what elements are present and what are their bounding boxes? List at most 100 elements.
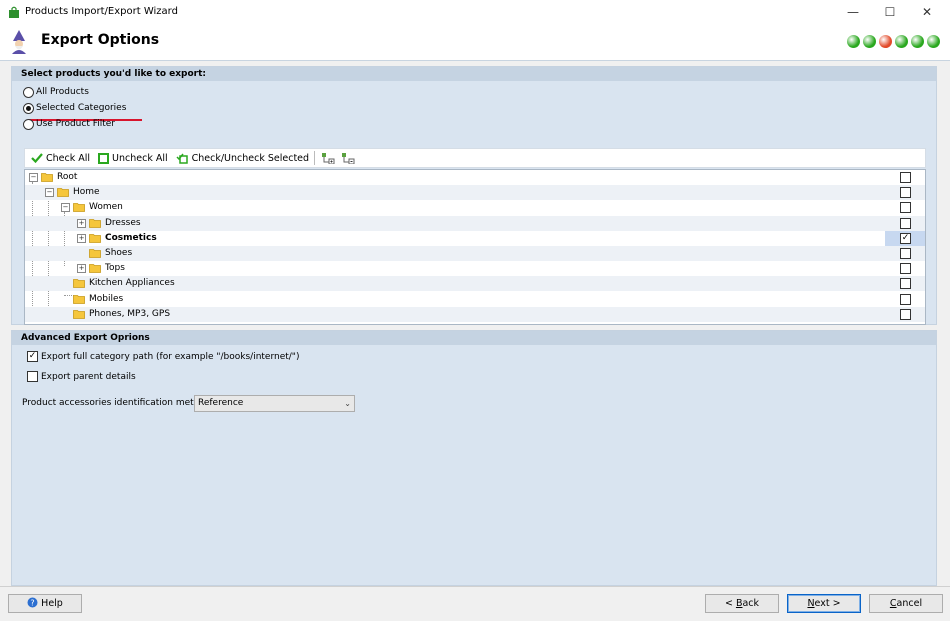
cancel-mnemonic: C <box>889 598 897 609</box>
tree-row[interactable]: Shoes <box>25 246 925 261</box>
accessories-method-select[interactable]: Reference ⌄ <box>194 395 355 412</box>
uncheck-all-button[interactable]: Uncheck All <box>98 152 168 164</box>
full-path-option[interactable]: ✓ Export full category path (for example… <box>27 351 299 362</box>
tree-checkbox[interactable] <box>900 217 911 229</box>
tree-row[interactable]: − Home <box>25 185 925 201</box>
radio-all-products[interactable]: All Products <box>23 85 89 99</box>
tree-checkbox-cell[interactable] <box>885 307 925 322</box>
help-button[interactable]: ? Help <box>8 594 82 613</box>
tree-checkbox-cell[interactable] <box>885 246 925 261</box>
collapse-node-icon[interactable]: − <box>45 188 54 198</box>
empty-box-icon <box>98 152 110 164</box>
tree-checkbox[interactable]: ✓ <box>900 232 911 244</box>
back-button[interactable]: < Back <box>705 594 779 613</box>
help-icon: ? <box>27 597 38 608</box>
folder-icon <box>89 218 101 228</box>
tree-item-label: Kitchen Appliances <box>89 278 175 289</box>
expand-node-icon[interactable]: + <box>77 233 86 243</box>
parent-details-option[interactable]: Export parent details <box>27 371 136 382</box>
select-products-panel: Select products you'd like to export: Al… <box>11 66 937 325</box>
checkbox[interactable]: ✓ <box>27 351 38 362</box>
collapse-node-icon[interactable]: − <box>29 173 38 182</box>
tree-row[interactable]: Kitchen Appliances <box>25 276 925 292</box>
category-tree: − Root − Home − Women + Dresses + Cosmetics ✓ Shoes… <box>24 169 926 325</box>
tree-checkbox-cell[interactable] <box>885 292 925 307</box>
select-products-heading: Select products you'd like to export: <box>12 67 936 81</box>
tree-item-label: Phones, MP3, GPS <box>89 308 171 319</box>
radio-button[interactable] <box>23 118 34 130</box>
tree-checkbox[interactable] <box>900 308 911 320</box>
tree-checkbox[interactable] <box>900 248 911 259</box>
next-label-rest: ext <box>814 598 830 609</box>
collapse-tree-icon <box>342 153 355 164</box>
radio-label: All Products <box>36 87 89 97</box>
tree-row[interactable]: + Cosmetics ✓ <box>25 230 925 246</box>
checkmark-icon <box>31 153 43 163</box>
check-all-button[interactable]: Check All <box>31 153 90 164</box>
check-all-label: Check All <box>46 152 91 164</box>
window-title: Products Import/Export Wizard <box>25 6 178 17</box>
accessories-label: Product accessories identification metho… <box>22 398 211 408</box>
radio-label: Use Product Filter <box>36 119 115 129</box>
tree-checkbox-cell[interactable]: ✓ <box>885 230 925 246</box>
expand-node-icon[interactable]: + <box>77 264 86 274</box>
select-value: Reference <box>198 398 244 408</box>
collapse-tree-button[interactable] <box>341 152 355 164</box>
tree-item-label: Root <box>57 172 78 182</box>
tree-item-label: Cosmetics <box>105 232 157 243</box>
tree-item-label: Dresses <box>105 217 141 228</box>
shopping-bag-icon <box>9 6 19 18</box>
content-area: Select products you'd like to export: Al… <box>0 61 950 586</box>
toggle-check-icon <box>176 153 188 164</box>
expand-node-icon[interactable]: + <box>77 218 86 228</box>
expand-tree-button[interactable] <box>321 152 335 164</box>
tree-checkbox-cell[interactable] <box>885 216 925 231</box>
tree-row[interactable]: Mobiles <box>25 292 925 307</box>
folder-icon <box>89 233 101 243</box>
step-dot <box>895 35 908 48</box>
tree-checkbox-cell[interactable] <box>885 170 925 185</box>
tree-checkbox[interactable] <box>900 263 911 275</box>
folder-icon <box>89 249 101 258</box>
tree-row[interactable]: − Root <box>25 170 925 185</box>
tree-checkbox-cell[interactable] <box>885 276 925 291</box>
tree-row[interactable]: + Dresses <box>25 215 925 231</box>
checkbox[interactable] <box>27 371 38 382</box>
cancel-button[interactable]: Cancel <box>869 594 943 613</box>
tree-row[interactable]: Phones, MP3, GPS <box>25 306 925 322</box>
tree-item-label: Women <box>89 202 123 213</box>
tree-row[interactable]: + Tops <box>25 261 925 276</box>
tree-checkbox[interactable] <box>900 187 911 199</box>
tree-checkbox-cell[interactable] <box>885 185 925 200</box>
button-bar: ? Help < Back Next > Cancel <box>0 586 950 621</box>
tree-row[interactable]: − Women <box>25 200 925 215</box>
parent-details-label: Export parent details <box>41 371 136 382</box>
collapse-node-icon[interactable]: − <box>61 203 70 213</box>
tree-checkbox[interactable] <box>900 202 911 214</box>
uncheck-all-label: Uncheck All <box>112 152 168 164</box>
radio-selected-categories[interactable]: Selected Categories <box>23 101 126 115</box>
radio-button[interactable] <box>23 86 34 98</box>
radio-button[interactable] <box>23 102 34 114</box>
tree-checkbox-cell[interactable] <box>885 200 925 215</box>
folder-icon <box>73 203 85 213</box>
tree-item-label: Mobiles <box>89 293 124 304</box>
tree-checkbox-cell[interactable] <box>885 261 925 276</box>
tree-checkbox[interactable] <box>900 278 911 290</box>
radio-use-product-filter[interactable]: Use Product Filter <box>23 117 115 131</box>
help-label: Help <box>41 598 63 609</box>
step-dot <box>911 35 924 48</box>
maximize-button[interactable]: ☐ <box>876 4 904 20</box>
check-uncheck-selected-button[interactable]: Check/Uncheck Selected <box>176 152 309 164</box>
tree-checkbox[interactable] <box>900 293 911 305</box>
folder-icon <box>73 309 85 319</box>
minimize-button[interactable]: — <box>839 4 867 20</box>
page-title: Export Options <box>41 32 160 48</box>
step-dot <box>847 35 860 48</box>
expand-tree-icon <box>322 153 335 164</box>
tree-checkbox[interactable] <box>900 172 911 183</box>
next-button[interactable]: Next > <box>787 594 861 613</box>
svg-text:?: ? <box>31 599 35 608</box>
close-button[interactable]: ✕ <box>913 4 941 20</box>
folder-icon <box>41 173 53 182</box>
